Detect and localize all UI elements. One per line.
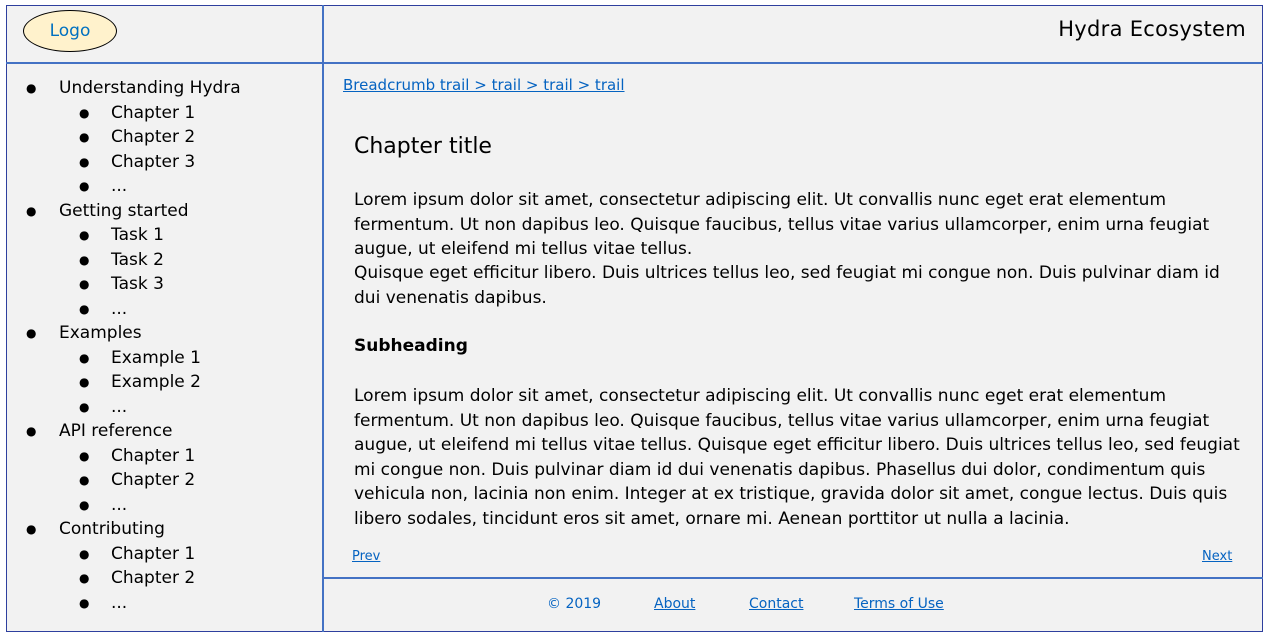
bullet-icon: ●: [79, 546, 90, 561]
sidebar-group: ● API reference ● Chapter 1 ● Chapter 2 ●...: [20, 419, 318, 517]
bullet-icon: ●: [79, 571, 90, 585]
sidebar-item-label: Contributing: [59, 519, 165, 539]
bullet-icon: ●: [79, 252, 90, 267]
next-link[interactable]: Next: [1202, 549, 1232, 564]
copyright: © 2019: [547, 596, 602, 612]
bullet-icon: ●: [79, 595, 90, 610]
bullet-icon: ●: [79, 154, 90, 169]
logo-text: Logo: [49, 21, 91, 41]
sidebar-subitem-label: Task 1: [111, 225, 164, 245]
sidebar-subitem[interactable]: ● Task 2: [20, 248, 318, 273]
footer-about-link[interactable]: About: [654, 596, 695, 612]
bullet-icon: ●: [79, 179, 90, 193]
paragraph-2: Quisque eget efficitur libero. Duis ultr…: [354, 263, 1220, 308]
bullet-icon: ●: [79, 228, 90, 242]
bullet-icon: ●: [79, 448, 90, 463]
subheading: Subheading: [354, 336, 468, 356]
sidebar-subitem[interactable]: ● Chapter 2: [20, 125, 318, 150]
sidebar-item[interactable]: ● Understanding Hydra: [20, 76, 318, 101]
sidebar-subitem[interactable]: ● Task 1: [20, 223, 318, 248]
sidebar-subitem-label: ...: [111, 396, 128, 417]
sidebar-group: ● Examples ● Example 1 ● Example 2 ●...: [20, 321, 318, 419]
sidebar-item-label: Understanding Hydra: [59, 78, 241, 98]
sidebar-subitem-label: Chapter 2: [111, 568, 196, 588]
sidebar-group: ● Contributing ● Chapter 1 ● Chapter 2 ●...: [20, 517, 318, 615]
footer-contact-link[interactable]: Contact: [749, 596, 803, 612]
sidebar-subitem[interactable]: ● Chapter 1: [20, 542, 318, 567]
sidebar-subitem-label: Task 3: [111, 274, 164, 294]
sidebar-subitem-label: Chapter 3: [111, 151, 196, 172]
sidebar-subitem[interactable]: ●...: [20, 493, 318, 518]
bullet-icon: ●: [26, 81, 37, 95]
bullet-icon: ●: [79, 350, 90, 365]
site-title: Hydra Ecosystem: [1058, 17, 1246, 41]
chapter-title: Chapter title: [354, 134, 492, 159]
sidebar-subitem[interactable]: ● Example 1: [20, 346, 318, 371]
sidebar-subitem[interactable]: ● Chapter 1: [20, 444, 318, 469]
prev-link[interactable]: Prev: [352, 549, 380, 564]
sidebar-subitem[interactable]: ● Chapter 2: [20, 468, 318, 493]
sidebar-subitem-label: ...: [111, 592, 128, 613]
sidebar-item-label: API reference: [59, 421, 173, 441]
sidebar-item[interactable]: ● Getting started: [20, 199, 318, 224]
bullet-icon: ●: [26, 203, 37, 218]
footer-divider: [324, 577, 1263, 579]
sidebar-subitem[interactable]: ● Example 2: [20, 370, 318, 395]
sidebar-subitem[interactable]: ●...: [20, 395, 318, 420]
sidebar-item-label: Getting started: [59, 200, 189, 221]
sidebar-group: ● Understanding Hydra ● Chapter 1 ● Chapter 2…: [20, 76, 318, 199]
sidebar-subitem[interactable]: ●...: [20, 174, 318, 199]
sidebar-item[interactable]: ● Examples: [20, 321, 318, 346]
bullet-icon: ●: [79, 399, 90, 414]
paragraph-1: Lorem ipsum dolor sit amet, consectetur …: [354, 190, 1210, 259]
bullet-icon: ●: [26, 326, 37, 340]
sidebar-subitem-label: ...: [111, 298, 128, 319]
sidebar-subitem-label: ...: [111, 494, 128, 515]
paragraph-3: Lorem ipsum dolor sit amet, consectetur …: [354, 386, 1240, 529]
sidebar-subitem[interactable]: ●...: [20, 297, 318, 322]
sidebar-item-label: Examples: [59, 323, 142, 343]
sidebar-item[interactable]: ● API reference: [20, 419, 318, 444]
sidebar-subitem[interactable]: ● Chapter 1: [20, 101, 318, 126]
sidebar-subitem-label: Example 1: [111, 347, 201, 368]
sidebar-subitem-label: Chapter 1: [111, 445, 196, 466]
sidebar-subitem-label: Chapter 2: [111, 127, 196, 147]
bullet-icon: ●: [79, 375, 90, 389]
header-divider: [6, 62, 1263, 64]
bullet-icon: ●: [79, 130, 90, 144]
sidebar-subitem-label: Example 2: [111, 372, 201, 392]
sidebar-subitem-label: Chapter 1: [111, 543, 196, 564]
sidebar-subitem-label: Task 2: [111, 249, 164, 270]
bullet-icon: ●: [79, 105, 90, 120]
sidebar-item[interactable]: ● Contributing: [20, 517, 318, 542]
bullet-icon: ●: [79, 277, 90, 291]
footer-terms-link[interactable]: Terms of Use: [854, 596, 944, 612]
bullet-icon: ●: [26, 424, 37, 438]
sidebar-subitem-label: ...: [111, 176, 128, 196]
sidebar-nav: ● Understanding Hydra ● Chapter 1 ● Chapter 2…: [20, 76, 318, 615]
bullet-icon: ●: [79, 473, 90, 487]
sidebar-subitem[interactable]: ● Task 3: [20, 272, 318, 297]
sidebar-subitem[interactable]: ●...: [20, 591, 318, 616]
bullet-icon: ●: [79, 301, 90, 316]
sidebar-subitem[interactable]: ● Chapter 3: [20, 150, 318, 175]
breadcrumb[interactable]: Breadcrumb trail > trail > trail > trail: [343, 76, 625, 94]
sidebar-subitem-label: Chapter 1: [111, 102, 196, 123]
sidebar-subitem-label: Chapter 2: [111, 470, 196, 490]
sidebar-divider: [322, 5, 324, 632]
logo[interactable]: Logo: [23, 10, 117, 52]
sidebar-subitem[interactable]: ● Chapter 2: [20, 566, 318, 591]
bullet-icon: ●: [79, 497, 90, 512]
sidebar-group: ● Getting started ● Task 1 ● Task 2 ● Task 3 ●..…: [20, 199, 318, 322]
bullet-icon: ●: [26, 522, 37, 536]
